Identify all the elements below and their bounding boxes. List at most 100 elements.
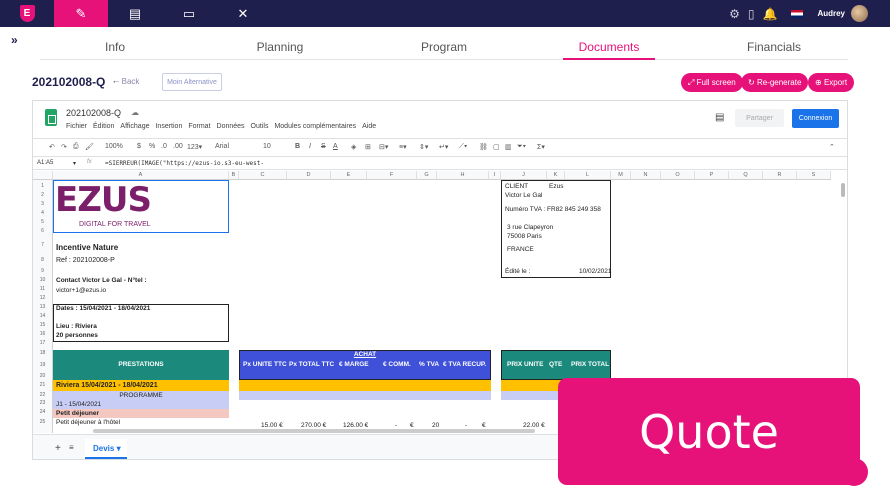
align-vertical-icon[interactable]: ⇕▾ (419, 143, 428, 151)
name-box[interactable]: A1:A5 (37, 160, 53, 166)
decimal-increase-icon[interactable]: .00 (173, 143, 183, 150)
tools-tab[interactable]: ✕ (216, 0, 270, 27)
tab-documents[interactable]: Documents (549, 40, 669, 54)
bold-icon[interactable]: B (295, 143, 300, 150)
row-header[interactable]: 9 (33, 268, 53, 276)
tab-planning[interactable]: Planning (220, 40, 340, 54)
currency-icon[interactable]: $ (137, 143, 141, 150)
alternative-button[interactable]: Moin Alternative (162, 73, 222, 91)
fill-color-icon[interactable]: ◈ (351, 143, 356, 151)
decimal-decrease-icon[interactable]: .0 (161, 143, 167, 150)
menu-insert[interactable]: Insertion (155, 123, 182, 130)
menu-edit[interactable]: Édition (93, 123, 114, 130)
collapse-toolbar-icon[interactable]: ⌃ (829, 143, 835, 151)
row-header[interactable]: 17 (33, 340, 53, 348)
formula-input[interactable]: =SIERREUR(IMAGE("https://ezus-io.s3-eu-w… (105, 160, 264, 167)
column-header[interactable]: N (631, 171, 661, 180)
book-tab[interactable]: ▤ (108, 0, 162, 27)
row-header[interactable]: 22 (33, 392, 53, 400)
row-header[interactable]: 10 (33, 277, 53, 285)
row-header[interactable]: 16 (33, 331, 53, 339)
column-header[interactable]: E (331, 171, 367, 180)
chat-support-icon[interactable] (840, 458, 868, 486)
horizontal-scrollbar[interactable] (93, 429, 535, 433)
menu-file[interactable]: Fichier (66, 123, 87, 130)
row-header[interactable]: 1 (33, 183, 53, 191)
print-icon[interactable]: ⎙ (73, 143, 79, 151)
row-header[interactable]: 12 (33, 295, 53, 303)
row-header[interactable]: 25 (33, 419, 53, 427)
app-logo[interactable]: E (0, 0, 54, 27)
column-header[interactable]: S (797, 171, 831, 180)
undo-icon[interactable]: ↶ (49, 143, 55, 151)
column-header[interactable]: I (489, 171, 501, 180)
row-header[interactable]: 5 (33, 219, 53, 227)
regenerate-button[interactable]: ↻ Re-generate (741, 73, 809, 92)
redo-icon[interactable]: ↷ (61, 143, 67, 151)
user-name[interactable]: Audrey (817, 9, 845, 18)
tab-program[interactable]: Program (384, 40, 504, 54)
add-sheet-icon[interactable]: + (55, 443, 61, 454)
menu-addons[interactable]: Modules complémentaires (274, 123, 356, 130)
connect-button[interactable]: Connexion (792, 109, 839, 128)
column-header[interactable]: P (695, 171, 729, 180)
merge-cells-icon[interactable]: ⊟▾ (379, 143, 388, 151)
name-box-dropdown-icon[interactable]: ▾ (73, 160, 76, 167)
zoom-select[interactable]: 100% (105, 143, 123, 150)
sheet-tab-devis[interactable]: Devis ▾ (85, 439, 127, 459)
paint-format-icon[interactable]: 🖌 (85, 143, 94, 151)
back-button[interactable]: ⭠ Back (113, 77, 139, 87)
vertical-scrollbar[interactable] (841, 183, 845, 197)
share-button[interactable]: Partager (735, 109, 784, 127)
column-header[interactable]: F (367, 171, 417, 180)
italic-icon[interactable]: I (309, 143, 311, 150)
row-header[interactable]: 24 (33, 409, 53, 417)
select-all-corner[interactable] (33, 171, 53, 180)
menu-format[interactable]: Format (188, 123, 210, 130)
align-horizontal-icon[interactable]: ≡▾ (399, 143, 407, 151)
column-header[interactable]: K (547, 171, 565, 180)
filter-icon[interactable]: ⏷▾ (517, 143, 526, 151)
row-header[interactable]: 11 (33, 286, 53, 294)
menu-tools[interactable]: Outils (251, 123, 269, 130)
tab-financials[interactable]: Financials (714, 40, 834, 54)
tablet-tab[interactable]: ▭ (162, 0, 216, 27)
insert-chart-icon[interactable]: ▥ (505, 143, 512, 151)
expand-sidebar-icon[interactable]: » (11, 33, 18, 47)
row-header[interactable]: 15 (33, 322, 53, 330)
column-header[interactable]: C (239, 171, 287, 180)
tab-info[interactable]: Info (55, 40, 175, 54)
row-header[interactable]: 8 (33, 257, 53, 265)
edit-tab[interactable]: ✎ (54, 0, 108, 27)
row-header[interactable]: 3 (33, 201, 53, 209)
insert-link-icon[interactable]: ⛓ (479, 143, 488, 151)
menu-data[interactable]: Données (217, 123, 245, 130)
row-header[interactable]: 21 (33, 382, 53, 390)
column-header[interactable]: O (661, 171, 695, 180)
percent-icon[interactable]: % (149, 143, 155, 150)
uk-flag-icon[interactable] (791, 9, 804, 18)
column-header[interactable]: M (611, 171, 631, 180)
comment-icon[interactable]: ▤ (715, 112, 724, 123)
row-header[interactable]: 20 (33, 373, 53, 381)
column-header[interactable]: D (287, 171, 331, 180)
column-header[interactable]: B (229, 171, 239, 180)
text-wrap-icon[interactable]: ↵▾ (439, 143, 448, 151)
column-header[interactable]: J (501, 171, 547, 180)
export-button[interactable]: ⊕ Export (808, 73, 855, 92)
column-header[interactable]: H (437, 171, 489, 180)
functions-icon[interactable]: Σ▾ (537, 143, 545, 151)
column-header[interactable]: G (417, 171, 437, 180)
column-header[interactable]: Q (729, 171, 763, 180)
row-header[interactable]: 14 (33, 313, 53, 321)
column-header[interactable]: R (763, 171, 797, 180)
user-avatar[interactable] (851, 5, 868, 22)
document-icon[interactable]: ▯ (748, 7, 755, 21)
menu-help[interactable]: Aide (362, 123, 376, 130)
settings-gear-icon[interactable]: ⚙ (729, 7, 740, 21)
row-header[interactable]: 6 (33, 228, 53, 236)
insert-comment-icon[interactable]: ▢ (493, 143, 500, 151)
notification-bell-icon[interactable]: 🔔 (762, 7, 777, 21)
fullscreen-button[interactable]: ⤢ Full screen (681, 73, 743, 92)
all-sheets-icon[interactable]: ≡ (69, 443, 74, 452)
